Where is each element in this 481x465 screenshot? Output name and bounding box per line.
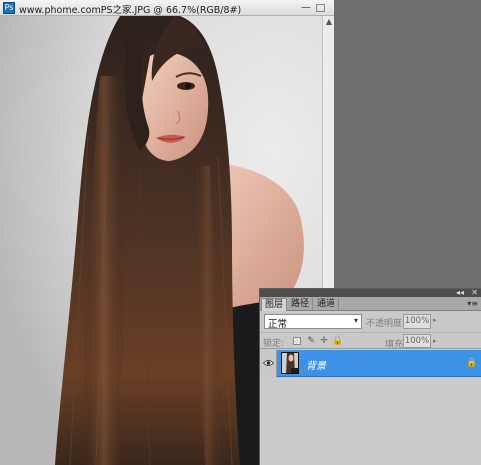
panel-top-bar[interactable]: ◂◂ ✕ [260, 288, 481, 297]
blend-mode-value: 正常 [268, 319, 288, 330]
opacity-label: 不透明度: [366, 319, 406, 329]
layer-thumbnail-image [282, 353, 298, 373]
lock-image-pixels-icon[interactable]: ✎ [306, 336, 316, 346]
tab-layers[interactable]: 图层 [261, 298, 288, 311]
blend-mode-select[interactable]: 正常 ▾ [264, 314, 362, 330]
lock-all-icon[interactable]: 🔒 [332, 336, 343, 346]
close-icon[interactable]: ✕ [471, 288, 478, 297]
tab-channels[interactable]: 通道 [314, 298, 340, 311]
panel-tab-strip: 图层 路径 通道 ▾≡ [260, 297, 481, 311]
fill-slider-arrow-icon[interactable]: ▸ [433, 337, 437, 345]
opacity-field[interactable]: 100% [403, 314, 431, 329]
lock-transparent-pixels-icon[interactable] [293, 337, 301, 345]
document-title-bar[interactable]: Ps www.phome.comPS之家.JPG @ 66.7%(RGB/8#)… [0, 0, 334, 16]
layers-list-empty-area[interactable] [260, 378, 481, 465]
lock-position-icon[interactable]: ✛ [319, 336, 329, 346]
fill-field[interactable]: 100% [403, 334, 431, 348]
chevron-down-icon: ▾ [353, 316, 358, 325]
eye-icon [263, 360, 274, 366]
layers-panel: ◂◂ ✕ 图层 路径 通道 ▾≡ 正常 ▾ 不透明度: 100% ▸ 锁定: ✎… [259, 288, 481, 465]
layer-visibility-toggle[interactable] [260, 350, 277, 377]
collapse-icon[interactable]: ◂◂ [456, 288, 464, 297]
lock-label: 锁定: [263, 339, 285, 349]
scroll-up-icon[interactable]: ▲ [324, 17, 334, 27]
tab-paths[interactable]: 路径 [288, 298, 314, 311]
layer-name[interactable]: 背景 [306, 357, 326, 372]
restore-button[interactable] [316, 4, 325, 12]
layer-row-background[interactable]: 背景 🔒 [260, 350, 481, 377]
lock-fill-row: 锁定: ✎ ✛ 🔒 填充: 100% ▸ [260, 332, 481, 350]
minimize-button[interactable]: — [300, 2, 312, 14]
layer-lock-icon: 🔒 [466, 358, 478, 368]
photoshop-icon: Ps [3, 2, 15, 14]
layer-thumbnail [281, 352, 299, 374]
opacity-slider-arrow-icon[interactable]: ▸ [433, 316, 437, 324]
panel-menu-icon[interactable]: ▾≡ [467, 299, 478, 308]
document-title: www.phome.comPS之家.JPG @ 66.7%(RGB/8#) [19, 5, 242, 16]
